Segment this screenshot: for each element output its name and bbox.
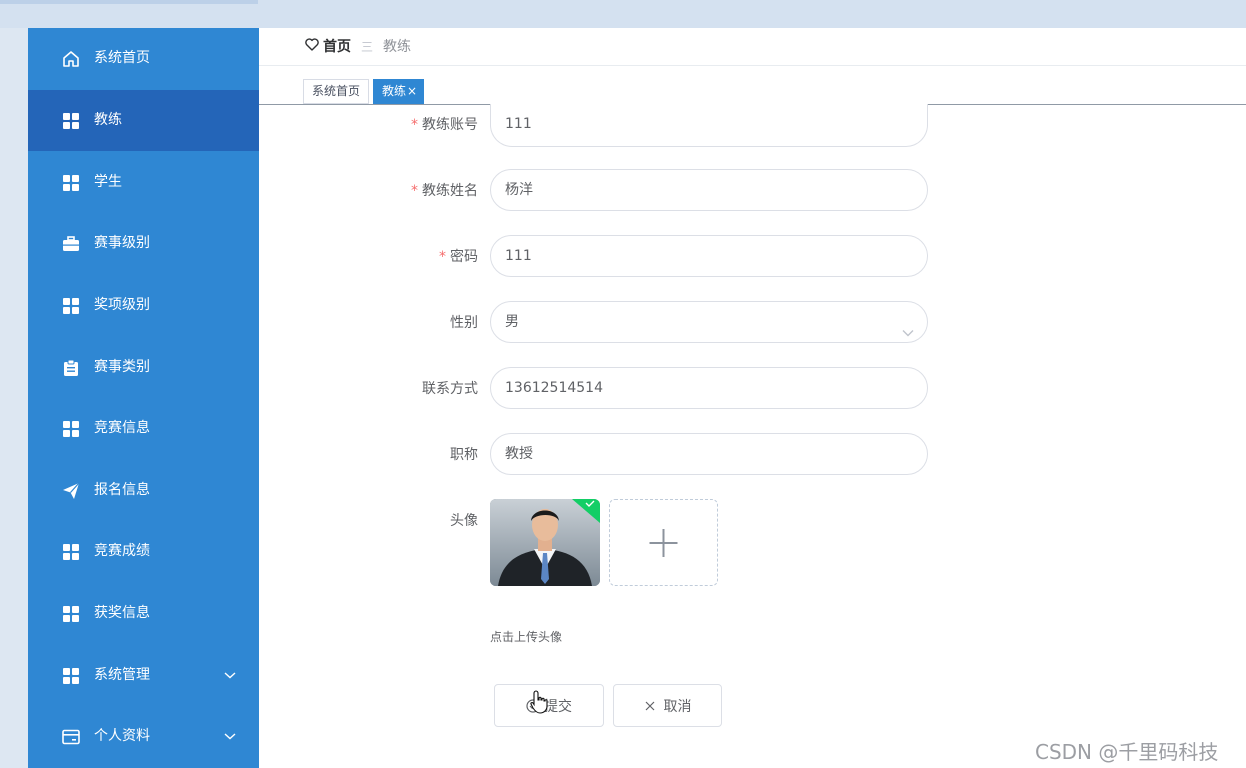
- watermark: CSDN @千里码科技: [1035, 740, 1219, 764]
- sidebar-item-competition-score[interactable]: 竞赛成绩: [28, 521, 259, 582]
- close-icon: [644, 700, 656, 712]
- sidebar-item-label: 赛事级别: [94, 235, 150, 251]
- heart-icon: [305, 37, 319, 55]
- password-value: 111: [505, 248, 532, 264]
- breadcrumb: 首页 三 教练: [305, 36, 411, 56]
- chevron-down-icon: [222, 726, 238, 746]
- name-field[interactable]: 杨洋: [490, 169, 928, 211]
- gender-label: 性别: [450, 315, 478, 331]
- account-label: * 教练账号: [368, 115, 478, 135]
- required-mark: *: [411, 183, 418, 199]
- top-strip: [0, 0, 1246, 28]
- sidebar-item-label: 获奖信息: [94, 605, 150, 621]
- title-label: 职称: [450, 447, 478, 463]
- sidebar-item-label: 系统管理: [94, 667, 150, 683]
- sidebar-item-event-level[interactable]: 赛事级别: [28, 213, 259, 274]
- briefcase-icon: [61, 234, 81, 254]
- required-mark: *: [439, 249, 446, 265]
- sidebar-item-label: 个人资料: [94, 728, 150, 744]
- avatar-thumbnail[interactable]: [490, 499, 600, 586]
- home-icon: [61, 49, 81, 69]
- tags-view: 系统首页 教练×: [303, 79, 428, 104]
- sidebar-item-coach[interactable]: 教练: [28, 90, 259, 151]
- top-strip-shade: [0, 0, 258, 4]
- name-value: 杨洋: [505, 182, 533, 198]
- avatar-uploader[interactable]: [609, 499, 718, 586]
- left-gutter: [0, 28, 28, 768]
- grid-icon: [61, 604, 81, 624]
- phone-label: 联系方式: [422, 381, 478, 397]
- header-divider: [259, 65, 1246, 66]
- sidebar-item-label: 系统首页: [94, 50, 150, 66]
- phone-field[interactable]: 13612514514: [490, 367, 928, 409]
- send-icon: [61, 481, 81, 501]
- close-icon[interactable]: ×: [407, 84, 417, 98]
- upload-tip: 点击上传头像: [490, 630, 563, 644]
- sidebar-item-award-info[interactable]: 获奖信息: [28, 583, 259, 644]
- grid-icon: [61, 542, 81, 562]
- tab-label: 系统首页: [312, 84, 361, 98]
- avatar-label: 头像: [450, 513, 478, 529]
- title-value: 教授: [505, 446, 533, 462]
- sidebar: 系统首页 教练 学生 赛事级别 奖项级别 赛事类别 竞赛信息 报名信息 竞赛成绩: [28, 28, 259, 768]
- breadcrumb-home[interactable]: 首页: [323, 36, 351, 56]
- grid-icon: [61, 111, 81, 131]
- sidebar-item-label: 教练: [94, 112, 122, 128]
- title-field[interactable]: 教授: [490, 433, 928, 475]
- sidebar-item-registration-info[interactable]: 报名信息: [28, 460, 259, 521]
- grid-icon: [61, 296, 81, 316]
- grid-icon: [61, 666, 81, 686]
- account-value: 111: [505, 116, 532, 132]
- account-field[interactable]: 111: [490, 104, 928, 147]
- tab-label: 教练: [382, 84, 407, 98]
- sidebar-item-competition-info[interactable]: 竞赛信息: [28, 398, 259, 459]
- sidebar-item-home[interactable]: 系统首页: [28, 28, 259, 89]
- password-label-text: 密码: [450, 249, 478, 265]
- phone-value: 13612514514: [505, 380, 603, 396]
- chevron-down-icon: [222, 665, 238, 685]
- sidebar-item-system-management[interactable]: 系统管理: [28, 645, 259, 706]
- sidebar-item-label: 学生: [94, 174, 122, 190]
- password-label: * 密码: [368, 247, 478, 267]
- name-label: * 教练姓名: [368, 181, 478, 201]
- name-label-text: 教练姓名: [422, 183, 478, 199]
- gender-select[interactable]: 男: [490, 301, 928, 343]
- avatar-photo: [490, 499, 600, 586]
- required-mark: *: [411, 117, 418, 133]
- password-field[interactable]: 111: [490, 235, 928, 277]
- card-icon: [61, 727, 81, 747]
- sidebar-item-award-level[interactable]: 奖项级别: [28, 275, 259, 336]
- cancel-label: 取消: [663, 698, 692, 715]
- plus-icon: [649, 529, 678, 557]
- account-label-text: 教练账号: [422, 117, 478, 133]
- mouse-cursor-icon: [530, 690, 550, 714]
- sidebar-item-profile[interactable]: 个人资料: [28, 706, 259, 767]
- sidebar-item-label: 竞赛成绩: [94, 543, 150, 559]
- grid-icon: [61, 419, 81, 439]
- tab-coach[interactable]: 教练×: [373, 79, 425, 104]
- cancel-button[interactable]: 取消: [613, 684, 722, 727]
- sidebar-item-event-category[interactable]: 赛事类别: [28, 337, 259, 398]
- grid-icon: [61, 173, 81, 193]
- chevron-down-icon: [901, 316, 915, 337]
- clipboard-icon: [61, 358, 81, 378]
- tab-system-home[interactable]: 系统首页: [303, 79, 370, 104]
- breadcrumb-separator: 三: [361, 39, 374, 54]
- sidebar-item-label: 报名信息: [94, 482, 150, 498]
- sidebar-item-label: 奖项级别: [94, 297, 150, 313]
- sidebar-item-label: 竞赛信息: [94, 420, 150, 436]
- sidebar-item-label: 赛事类别: [94, 359, 150, 375]
- gender-value: 男: [505, 314, 519, 330]
- sidebar-item-student[interactable]: 学生: [28, 152, 259, 213]
- breadcrumb-current: 教练: [383, 39, 412, 55]
